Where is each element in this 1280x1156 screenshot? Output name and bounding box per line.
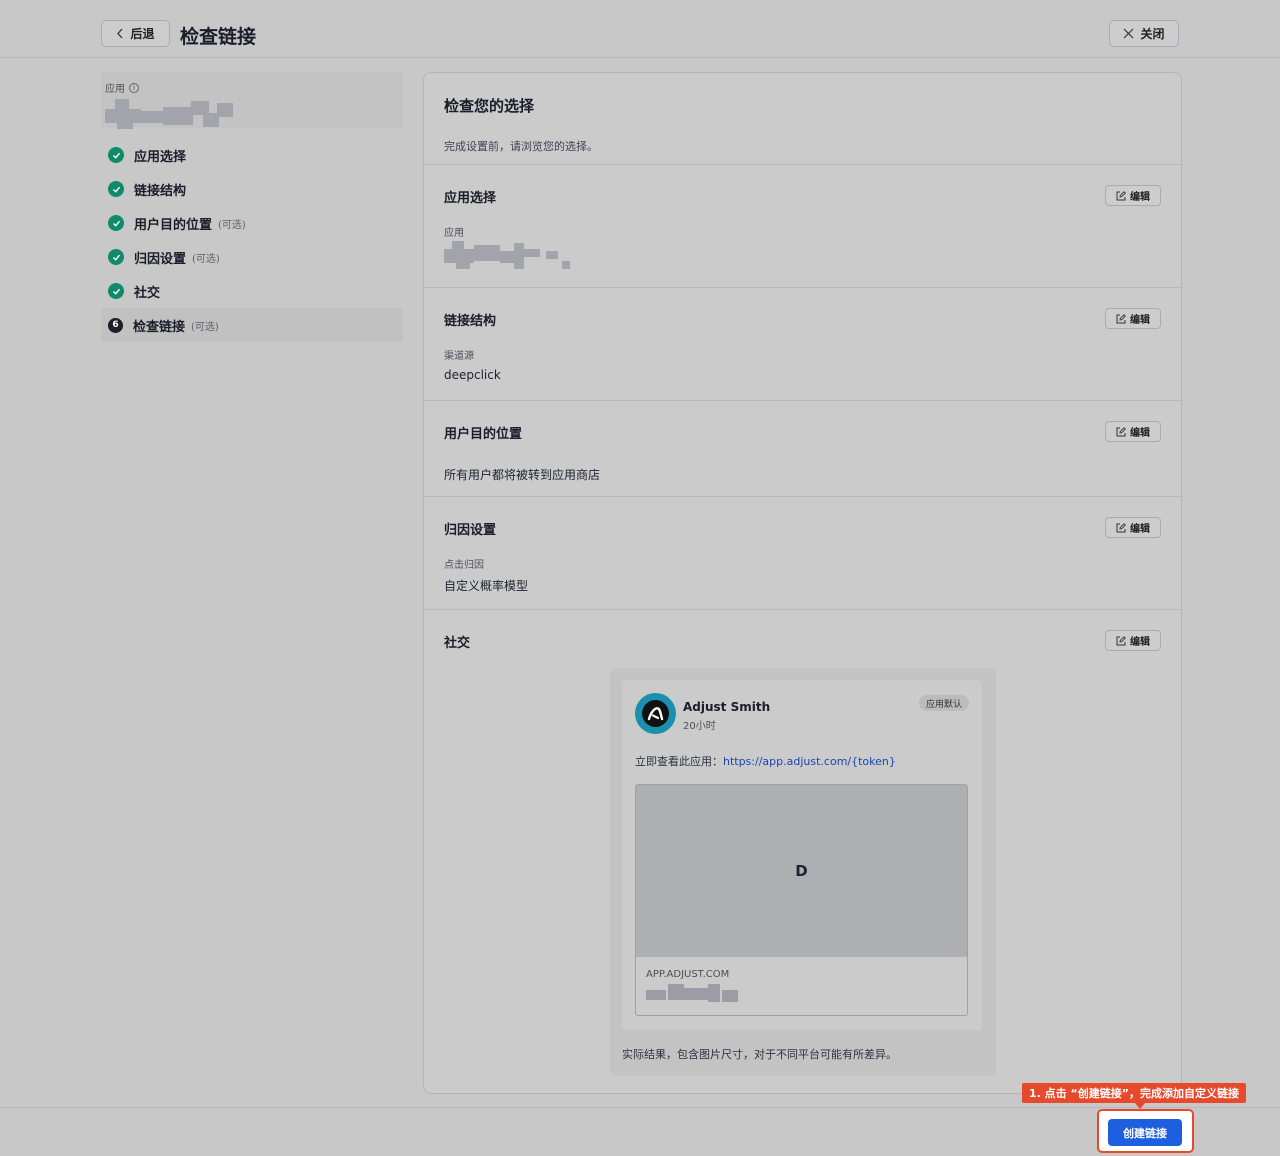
app-label-row: 应用 i (105, 80, 399, 95)
section-title: 用户目的位置 (444, 427, 523, 442)
edit-label: 编辑 (1130, 637, 1150, 648)
edit-attribution-button[interactable]: 编辑 (1105, 517, 1161, 538)
edit-social-button[interactable]: 编辑 (1105, 630, 1161, 651)
social-preview-note: 实际结果，包含图片尺寸，对于不同平台可能有所差异。 (622, 1048, 897, 1061)
post-text: 立即查看此应用：https://app.adjust.com/{token} (635, 753, 896, 769)
bottom-bar (0, 1107, 1280, 1156)
step-label: 社交 (134, 285, 161, 301)
sidebar: 应用 i 应用选择 链接结构 用户目的位置 (可选) 归因设置 (可选) 社交 … (101, 72, 403, 342)
field-label: 应用 (444, 228, 464, 239)
close-label: 关闭 (1140, 27, 1165, 41)
edit-icon (1116, 522, 1126, 532)
field-label: 渠道源 (444, 351, 474, 362)
step-attribution[interactable]: 归因设置 (可选) (101, 240, 403, 274)
app-label: 应用 (105, 84, 125, 95)
check-icon (108, 147, 124, 163)
chevron-left-icon (117, 28, 123, 39)
link-title-redacted (646, 984, 740, 1002)
step-label: 归因设置 (134, 251, 187, 267)
field-value: deepclick (444, 368, 501, 382)
card-header: 检查您的选择 完成设置前，请浏览您的选择。 (424, 73, 1181, 165)
step-number: 6 (108, 317, 123, 333)
check-icon (108, 283, 124, 299)
step-label: 检查链接 (133, 319, 186, 335)
section-title: 应用选择 (444, 191, 497, 206)
close-button[interactable]: 关闭 (1109, 20, 1179, 47)
social-preview: Adjust Smith 20小时 应用默认 立即查看此应用：https://a… (610, 668, 996, 1076)
step-social[interactable]: 社交 (101, 274, 403, 308)
step-optional-tag: (可选) (218, 219, 246, 231)
section-link-structure: 链接结构 编辑 渠道源 deepclick (424, 288, 1181, 401)
app-summary: 应用 i (101, 72, 403, 129)
card-subtitle: 完成设置前，请浏览您的选择。 (444, 140, 598, 153)
step-list: 应用选择 链接结构 用户目的位置 (可选) 归因设置 (可选) 社交 6 检查链… (101, 138, 403, 342)
section-app-selection: 应用选择 编辑 应用 (424, 165, 1181, 288)
info-icon[interactable]: i (129, 82, 139, 93)
step-label: 用户目的位置 (134, 217, 213, 233)
check-icon (108, 215, 124, 231)
section-attribution: 归因设置 编辑 点击归因 自定义概率模型 (424, 497, 1181, 610)
step-optional-tag: (可选) (192, 253, 220, 265)
section-user-destination: 用户目的位置 编辑 所有用户都将被转到应用商店 (424, 401, 1181, 497)
edit-app-selection-button[interactable]: 编辑 (1105, 185, 1161, 206)
social-post: Adjust Smith 20小时 应用默认 立即查看此应用：https://a… (622, 680, 982, 1030)
edit-label: 编辑 (1130, 192, 1150, 203)
edit-user-destination-button[interactable]: 编辑 (1105, 421, 1161, 442)
link-domain: APP.ADJUST.COM (646, 969, 730, 980)
section-title: 链接结构 (444, 314, 497, 329)
section-title: 社交 (444, 636, 471, 651)
app-name-redacted (444, 241, 572, 271)
create-link-button[interactable]: 创建链接 (1108, 1119, 1182, 1146)
review-card: 检查您的选择 完成设置前，请浏览您的选择。 应用选择 编辑 应用 链接结构 编辑… (423, 72, 1182, 1094)
edit-icon (1116, 426, 1126, 436)
post-link[interactable]: https://app.adjust.com/{token} (723, 755, 896, 768)
edit-icon (1116, 313, 1126, 323)
edit-label: 编辑 (1130, 428, 1150, 439)
section-title: 归因设置 (444, 523, 497, 538)
step-link-structure[interactable]: 链接结构 (101, 172, 403, 206)
link-preview-card[interactable]: D APP.ADJUST.COM (635, 784, 968, 1016)
step-label: 链接结构 (134, 183, 187, 199)
edit-link-structure-button[interactable]: 编辑 (1105, 308, 1161, 329)
page-title: 检查链接 (180, 26, 257, 48)
section-social: 社交 编辑 Adjust Smith 20小时 应用默认 立即查看此应用：htt… (424, 610, 1181, 1095)
app-name-redacted (105, 99, 233, 129)
app-default-badge: 应用默认 (918, 695, 969, 711)
back-label: 后退 (130, 27, 155, 41)
annotation-tooltip: 1. 点击 “创建链接”，完成添加自定义链接 (1022, 1083, 1246, 1103)
check-icon (108, 181, 124, 197)
edit-icon (1116, 190, 1126, 200)
step-user-destination[interactable]: 用户目的位置 (可选) (101, 206, 403, 240)
post-time: 20小时 (683, 721, 716, 732)
image-placeholder-letter: D (795, 862, 808, 880)
card-title: 检查您的选择 (444, 97, 535, 115)
edit-icon (1116, 635, 1126, 645)
edit-label: 编辑 (1130, 315, 1150, 326)
top-bar: 后退 检查链接 关闭 (0, 0, 1280, 58)
avatar (635, 693, 676, 734)
post-text-prefix: 立即查看此应用： (635, 755, 723, 768)
step-app-selection[interactable]: 应用选择 (101, 138, 403, 172)
field-value: 自定义概率模型 (444, 579, 529, 593)
link-preview-image: D (636, 785, 967, 957)
step-label: 应用选择 (134, 149, 187, 165)
post-author: Adjust Smith (683, 700, 771, 714)
field-value: 所有用户都将被转到应用商店 (444, 468, 601, 482)
check-icon (108, 249, 124, 265)
adjust-logo-icon (642, 700, 669, 727)
step-optional-tag: (可选) (191, 321, 219, 333)
close-icon (1124, 28, 1134, 39)
back-button[interactable]: 后退 (101, 20, 170, 47)
field-label: 点击归因 (444, 560, 484, 571)
edit-label: 编辑 (1130, 524, 1150, 535)
step-review-link[interactable]: 6 检查链接 (可选) (101, 308, 403, 342)
